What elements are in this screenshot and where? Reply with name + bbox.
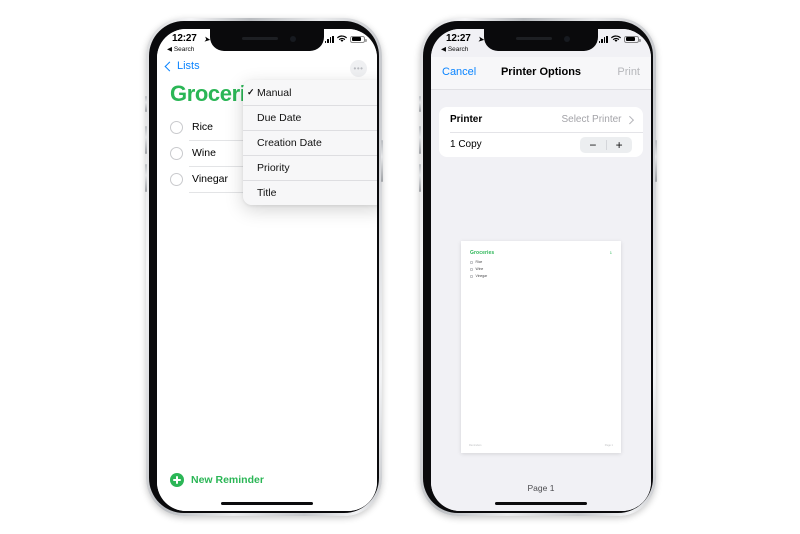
preview-item-label: Wine	[475, 267, 484, 272]
volume-up-button[interactable]	[419, 126, 421, 154]
reminder-checkbox[interactable]	[170, 172, 183, 186]
silent-switch-button[interactable]	[419, 96, 421, 112]
preview-page-sheet: Groceries 1 Rice Wine Vinegar Reminders …	[461, 241, 621, 453]
printer-row-value-group: Select Printer	[561, 114, 634, 125]
phone-notch-right	[484, 29, 598, 51]
speaker-grille	[242, 37, 278, 40]
cellular-signal-icon	[598, 35, 608, 43]
reminder-label: Vinegar	[192, 173, 229, 185]
print-button[interactable]: Print	[617, 66, 640, 78]
status-time: 12:27	[172, 33, 197, 44]
preview-document-items: Rice Wine Vinegar	[470, 260, 487, 282]
status-time: 12:27	[446, 33, 471, 44]
triangle-left-icon: ◀	[167, 46, 172, 53]
checkbox-icon	[470, 274, 473, 278]
printer-options-navbar: Cancel Printer Options Print	[431, 57, 651, 90]
phone-left-screen: 12:27 ➤ ◀ Search Lists ••• Groceries Ric…	[157, 29, 377, 511]
triangle-left-icon: ◀	[441, 46, 446, 53]
sort-menu-item-manual[interactable]: ✓ Manual	[243, 80, 377, 105]
new-reminder-label: New Reminder	[191, 474, 264, 486]
front-camera-icon	[564, 36, 570, 42]
power-button[interactable]	[381, 140, 383, 182]
reminder-label: Rice	[192, 121, 214, 133]
more-ellipsis-label: •••	[353, 63, 364, 73]
back-to-lists-label: Lists	[177, 60, 200, 72]
print-preview[interactable]: Groceries 1 Rice Wine Vinegar Reminders …	[461, 241, 621, 453]
sort-menu-item-due-date[interactable]: Due Date	[243, 105, 377, 130]
checkbox-icon	[470, 267, 473, 271]
preview-item-label: Rice	[475, 260, 483, 264]
printer-options-card: Printer Select Printer 1 Copy − +	[439, 107, 643, 157]
list-item: Rice	[470, 260, 487, 264]
preview-document-heading: Groceries	[470, 250, 495, 256]
sort-menu-item-label: Manual	[257, 86, 292, 99]
plus-icon[interactable]: +	[606, 137, 632, 153]
sort-dropdown-menu[interactable]: ✓ Manual Due Date Creation Date Priority…	[243, 80, 377, 205]
checkbox-icon	[470, 260, 473, 264]
cellular-signal-icon	[324, 35, 334, 43]
sort-menu-item-creation-date[interactable]: Creation Date	[243, 130, 377, 155]
battery-icon	[350, 35, 367, 43]
list-item: Vinegar	[470, 274, 487, 278]
home-indicator[interactable]	[495, 502, 587, 505]
silent-switch-button[interactable]	[145, 96, 147, 112]
minus-icon[interactable]: −	[580, 137, 606, 153]
power-button[interactable]	[655, 140, 657, 182]
printer-row-value: Select Printer	[561, 114, 622, 125]
status-back-label: Search	[447, 46, 469, 53]
new-reminder-button[interactable]: New Reminder	[170, 473, 264, 487]
wifi-icon	[611, 35, 621, 43]
preview-footer-right: Page 1	[604, 444, 613, 447]
phone-left-bezel: 12:27 ➤ ◀ Search Lists ••• Groceries Ric…	[149, 21, 379, 513]
phone-right-bezel: 12:27 ➤ ◀ Search Cancel Printer Options …	[423, 21, 653, 513]
plus-circle-icon	[170, 473, 184, 487]
printer-row-label: Printer	[450, 114, 483, 125]
status-indicators	[598, 35, 641, 43]
volume-down-button[interactable]	[419, 164, 421, 192]
phone-right-screen: 12:27 ➤ ◀ Search Cancel Printer Options …	[431, 29, 651, 511]
preview-footer-left: Reminders	[469, 444, 482, 447]
sort-menu-item-label: Due Date	[257, 111, 302, 124]
checkmark-icon: ✓	[247, 87, 255, 97]
reminder-checkbox[interactable]	[170, 120, 183, 134]
status-back-to-search[interactable]: ◀ Search	[441, 45, 468, 53]
quantity-stepper[interactable]: − +	[580, 136, 632, 153]
reminder-label: Wine	[192, 147, 216, 159]
printer-row[interactable]: Printer Select Printer	[439, 107, 643, 132]
copies-row-label: 1 Copy	[450, 139, 482, 150]
volume-up-button[interactable]	[145, 126, 147, 154]
status-back-to-search[interactable]: ◀ Search	[167, 45, 194, 53]
sort-menu-item-priority[interactable]: Priority	[243, 155, 377, 180]
copies-row: 1 Copy − +	[439, 132, 643, 157]
sort-menu-item-label: Priority	[257, 161, 290, 174]
sort-menu-item-label: Title	[257, 186, 277, 199]
front-camera-icon	[290, 36, 296, 42]
preview-document-page-number: 1	[609, 250, 612, 255]
reminder-checkbox[interactable]	[170, 146, 183, 160]
sort-menu-item-label: Creation Date	[257, 136, 322, 149]
status-back-label: Search	[173, 46, 195, 53]
reminders-app: 12:27 ➤ ◀ Search Lists ••• Groceries Ric…	[157, 29, 377, 511]
list-item: Wine	[470, 267, 487, 271]
phone-left: 12:27 ➤ ◀ Search Lists ••• Groceries Ric…	[145, 18, 383, 516]
home-indicator[interactable]	[221, 502, 313, 505]
status-indicators	[324, 35, 367, 43]
chevron-left-icon	[164, 61, 175, 71]
sort-menu-item-title[interactable]: Title	[243, 180, 377, 205]
printer-options-app: 12:27 ➤ ◀ Search Cancel Printer Options …	[431, 29, 651, 511]
speaker-grille	[516, 37, 552, 40]
phone-notch-left	[210, 29, 324, 51]
battery-icon	[624, 35, 641, 43]
phone-right: 12:27 ➤ ◀ Search Cancel Printer Options …	[419, 18, 657, 516]
more-ellipsis-icon[interactable]: •••	[350, 60, 367, 77]
wifi-icon	[337, 35, 347, 43]
preview-caption: Page 1	[527, 483, 555, 493]
chevron-right-icon	[625, 115, 634, 124]
preview-item-label: Vinegar	[475, 274, 488, 279]
back-to-lists-button[interactable]: Lists	[164, 60, 200, 72]
volume-down-button[interactable]	[145, 164, 147, 192]
